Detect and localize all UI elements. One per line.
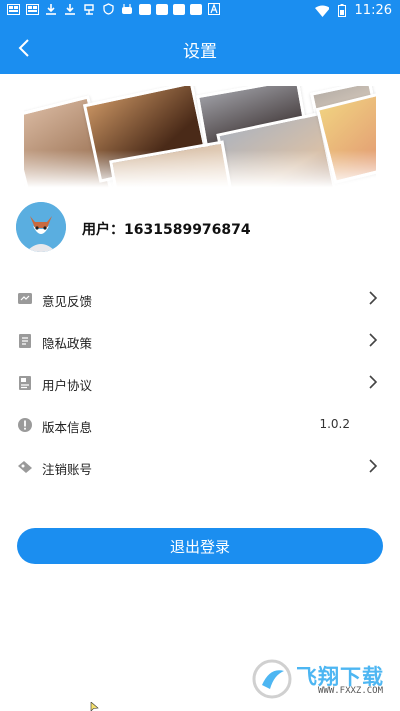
chevron-right-icon bbox=[369, 459, 378, 473]
avatar-image bbox=[16, 202, 66, 252]
menu-label: 注销账号 bbox=[42, 462, 93, 477]
user-remove-icon bbox=[18, 461, 32, 473]
menu-item-version: 版本信息 1.0.2 bbox=[0, 404, 400, 446]
logout-button[interactable]: 退出登录 bbox=[17, 528, 383, 564]
menu-label: 隐私政策 bbox=[42, 336, 93, 351]
banner-fade bbox=[24, 150, 376, 194]
app-icon bbox=[190, 3, 202, 15]
status-time: 11:26 bbox=[354, 3, 392, 18]
app-icon bbox=[139, 3, 151, 15]
menu-label: 版本信息 bbox=[42, 420, 93, 435]
notification-icon bbox=[6, 3, 20, 15]
banner-image bbox=[24, 86, 376, 194]
version-value: 1.0.2 bbox=[319, 417, 350, 431]
menu-item-privacy[interactable]: 隐私政策 bbox=[0, 320, 400, 362]
status-bar: 11:26 bbox=[0, 0, 400, 22]
chevron-right-icon bbox=[369, 291, 378, 305]
menu-label: 意见反馈 bbox=[42, 294, 93, 309]
chevron-right-icon bbox=[369, 375, 378, 389]
menu-label: 用户协议 bbox=[42, 378, 93, 393]
status-bar-icons bbox=[6, 3, 221, 15]
chevron-right-icon bbox=[369, 333, 378, 347]
watermark-url: WWW.FXXZ.COM bbox=[318, 686, 384, 696]
info-icon bbox=[18, 418, 32, 432]
text-a-icon bbox=[207, 3, 221, 15]
avatar[interactable] bbox=[16, 202, 66, 252]
shield-icon bbox=[101, 3, 115, 15]
username-label: 用户：1631589976874 bbox=[82, 222, 251, 238]
page-title: 设置 bbox=[183, 42, 217, 62]
cursor-icon bbox=[90, 702, 99, 711]
menu-item-agreement[interactable]: 用户协议 bbox=[0, 362, 400, 404]
feedback-icon bbox=[18, 293, 32, 304]
wifi-icon bbox=[314, 5, 329, 17]
app-icon bbox=[82, 3, 96, 15]
watermark-logo-icon bbox=[252, 659, 292, 699]
battery-icon bbox=[335, 4, 349, 17]
watermark: 飞翔下载 WWW.FXXZ.COM bbox=[250, 655, 392, 705]
download-icon bbox=[63, 3, 77, 15]
download-icon bbox=[44, 3, 58, 15]
agreement-icon bbox=[19, 376, 31, 390]
menu-item-delete-account[interactable]: 注销账号 bbox=[0, 446, 400, 488]
app-header: 设置 bbox=[0, 22, 400, 74]
menu-item-feedback[interactable]: 意见反馈 bbox=[0, 278, 400, 320]
status-bar-right: 11:26 bbox=[314, 3, 392, 18]
app-icon bbox=[156, 3, 168, 15]
app-icon bbox=[173, 3, 185, 15]
document-icon bbox=[19, 334, 31, 348]
notification-icon bbox=[25, 3, 39, 15]
app-icon bbox=[120, 3, 134, 15]
